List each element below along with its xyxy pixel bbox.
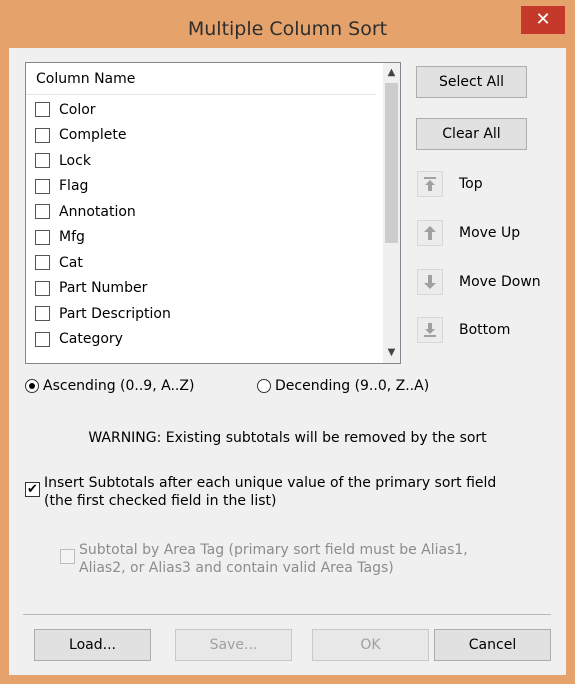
move-to-top-icon	[417, 171, 443, 197]
column-name-header[interactable]: Column Name	[26, 63, 376, 95]
column-checkbox[interactable]	[35, 204, 50, 220]
column-label: Part Number	[59, 280, 148, 297]
cancel-button[interactable]: Cancel	[434, 629, 551, 661]
column-list-items: Color Complete Lock Flag Annotation Mfg Cat Par…	[26, 97, 376, 352]
column-checkbox[interactable]	[35, 306, 50, 322]
list-item[interactable]: Mfg	[26, 225, 376, 251]
insert-subtotals-option[interactable]: ✔ Insert Subtotals after each unique val…	[25, 474, 496, 510]
list-item[interactable]: Complete	[26, 123, 376, 149]
column-label: Category	[59, 331, 123, 348]
clear-all-button[interactable]: Clear All	[416, 118, 527, 150]
descending-radio[interactable]	[257, 379, 271, 393]
column-checkbox[interactable]	[35, 153, 50, 169]
scroll-up-arrow-icon[interactable]: ▲	[383, 63, 400, 83]
subtotal-area-tag-line2: Alias2, or Alias3 and contain valid Area…	[79, 560, 394, 576]
list-item[interactable]: Category	[26, 327, 376, 353]
column-checkbox[interactable]	[35, 127, 50, 143]
insert-subtotals-line2: (the first checked field in the list)	[44, 493, 277, 509]
list-item[interactable]: Color	[26, 97, 376, 123]
list-item[interactable]: Lock	[26, 148, 376, 174]
top-button[interactable]: Top	[417, 171, 483, 197]
column-checkbox[interactable]	[35, 102, 50, 118]
separator-line	[23, 614, 551, 615]
column-label: Part Description	[59, 305, 171, 322]
vertical-scrollbar[interactable]: ▲ ▼	[383, 63, 400, 363]
column-label: Color	[59, 101, 96, 118]
warning-text: WARNING: Existing subtotals will be remo…	[88, 430, 487, 446]
column-checkbox[interactable]	[35, 255, 50, 271]
column-list[interactable]: Column Name Color Complete Lock Flag Annotat…	[25, 62, 401, 364]
column-label: Cat	[59, 254, 83, 271]
subtotal-area-tag-checkbox[interactable]	[60, 549, 75, 564]
move-down-button[interactable]: Move Down	[417, 269, 541, 295]
ok-button[interactable]: OK	[312, 629, 429, 661]
subtotal-area-tag-line1: Subtotal by Area Tag (primary sort field…	[79, 542, 468, 558]
column-label: Annotation	[59, 203, 136, 220]
column-label: Complete	[59, 127, 127, 144]
subtotal-area-tag-label: Subtotal by Area Tag (primary sort field…	[79, 541, 468, 577]
dialog-window: Multiple Column Sort ✕ Column Name Color…	[0, 0, 575, 684]
move-up-label: Move Up	[459, 225, 521, 241]
list-item[interactable]: Flag	[26, 174, 376, 200]
dialog-title: Multiple Column Sort	[187, 18, 388, 40]
list-item[interactable]: Annotation	[26, 199, 376, 225]
arrow-up-icon	[417, 220, 443, 246]
move-to-bottom-icon	[417, 317, 443, 343]
list-item[interactable]: Part Description	[26, 301, 376, 327]
descending-label: Decending (9..0, Z..A)	[275, 378, 430, 394]
bottom-button[interactable]: Bottom	[417, 317, 510, 343]
select-all-button[interactable]: Select All	[416, 66, 527, 98]
move-up-button[interactable]: Move Up	[417, 220, 520, 246]
column-label: Mfg	[59, 229, 85, 246]
insert-subtotals-line1: Insert Subtotals after each unique value…	[44, 475, 497, 491]
arrow-down-icon	[417, 269, 443, 295]
insert-subtotals-label: Insert Subtotals after each unique value…	[44, 474, 496, 510]
insert-subtotals-checkbox[interactable]: ✔	[25, 482, 40, 497]
column-label: Flag	[59, 178, 89, 195]
subtotal-area-tag-option[interactable]: Subtotal by Area Tag (primary sort field…	[60, 541, 468, 577]
title-bar[interactable]: Multiple Column Sort ✕	[0, 0, 575, 48]
column-checkbox[interactable]	[35, 280, 50, 296]
ascending-radio[interactable]	[25, 379, 39, 393]
column-checkbox[interactable]	[35, 229, 50, 245]
top-label: Top	[459, 176, 483, 192]
descending-radio-option[interactable]: Decending (9..0, Z..A)	[257, 378, 429, 394]
bottom-label: Bottom	[459, 322, 511, 338]
list-item[interactable]: Part Number	[26, 276, 376, 302]
save-button[interactable]: Save...	[175, 629, 292, 661]
column-checkbox[interactable]	[35, 178, 50, 194]
scroll-down-arrow-icon[interactable]: ▼	[383, 343, 400, 363]
ascending-radio-option[interactable]: Ascending (0..9, A..Z)	[25, 378, 194, 394]
dialog-body: Column Name Color Complete Lock Flag Annotat…	[9, 48, 566, 675]
close-button[interactable]: ✕	[521, 6, 565, 34]
column-checkbox[interactable]	[35, 331, 50, 347]
scroll-thumb[interactable]	[385, 83, 398, 243]
list-item[interactable]: Cat	[26, 250, 376, 276]
move-down-label: Move Down	[459, 274, 541, 290]
column-label: Lock	[59, 152, 91, 169]
load-button[interactable]: Load...	[34, 629, 151, 661]
ascending-label: Ascending (0..9, A..Z)	[43, 378, 195, 394]
